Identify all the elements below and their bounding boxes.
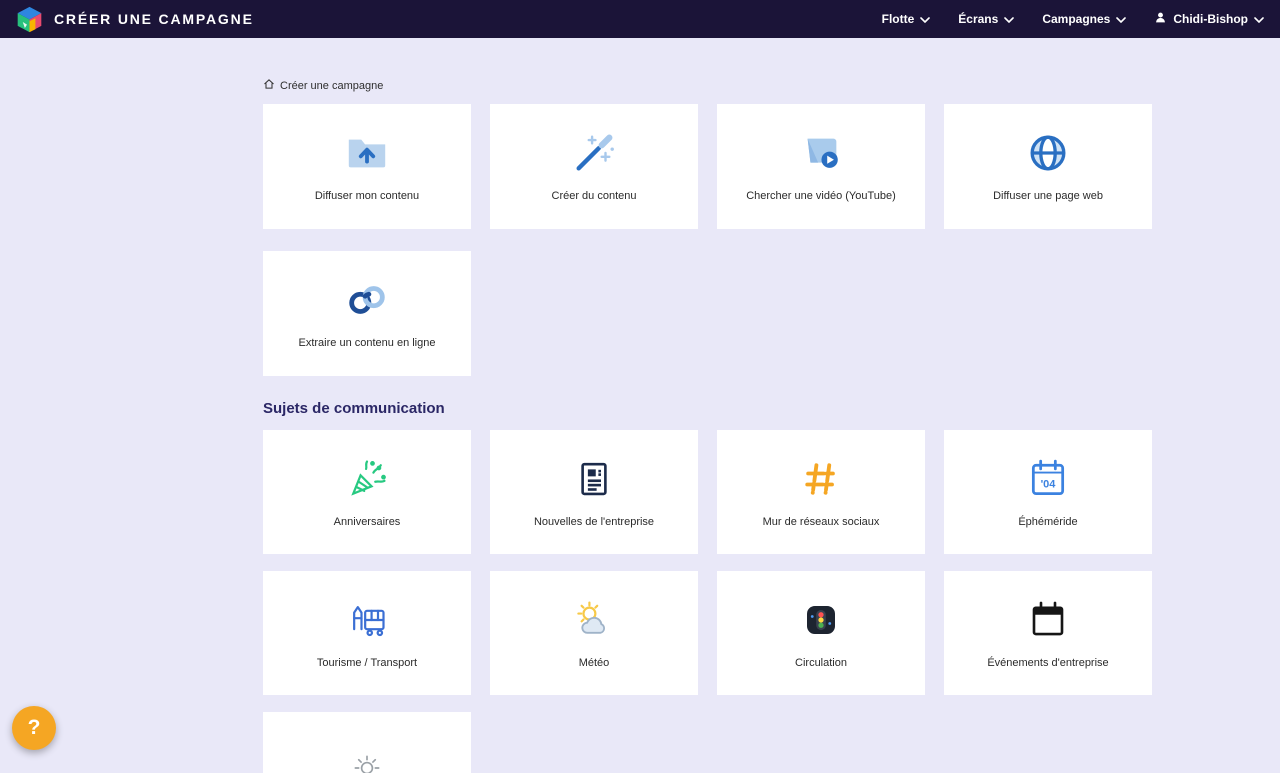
nav-item-campagnes[interactable]: Campagnes	[1042, 12, 1126, 26]
card-meteo[interactable]: Météo	[490, 571, 698, 695]
card-label: Extraire un contenu en ligne	[289, 337, 446, 351]
card-chercher-video-youtube[interactable]: Chercher une vidéo (YouTube)	[717, 104, 925, 229]
chevron-down-icon	[1254, 17, 1264, 23]
main-content: Créer une campagne Diffuser mon contenu	[0, 38, 1152, 773]
card-label: Diffuser une page web	[983, 190, 1113, 204]
section-title-sujets: Sujets de communication	[263, 400, 1152, 417]
card-diffuser-mon-contenu[interactable]: Diffuser mon contenu	[263, 104, 471, 229]
card-partial[interactable]	[263, 712, 471, 773]
app-logo-icon	[16, 6, 43, 33]
magic-wand-icon	[571, 129, 617, 177]
card-diffuser-page-web[interactable]: Diffuser une page web	[944, 104, 1152, 229]
topics-card-grid: Anniversaires Nouvelles de l'entreprise	[263, 430, 1152, 773]
card-label: Mur de réseaux sociaux	[753, 516, 890, 530]
traffic-light-icon	[800, 596, 842, 644]
video-play-icon	[798, 129, 844, 177]
main-nav: Flotte Écrans Campagnes Chidi-Bishop	[882, 11, 1264, 27]
chevron-down-icon	[1116, 17, 1126, 23]
card-anniversaires[interactable]: Anniversaires	[263, 430, 471, 554]
svg-text:'04: '04	[1041, 478, 1057, 490]
card-label: Nouvelles de l'entreprise	[524, 516, 664, 530]
card-label: Météo	[569, 657, 620, 671]
card-label: Éphéméride	[1008, 516, 1087, 530]
top-bar: CRÉER UNE CAMPAGNE Flotte Écrans Campagn…	[0, 0, 1280, 38]
chain-link-icon	[344, 276, 390, 324]
nav-item-flotte[interactable]: Flotte	[882, 12, 931, 26]
nav-item-ecrans[interactable]: Écrans	[958, 12, 1014, 26]
card-label: Tourisme / Transport	[307, 657, 427, 671]
card-extraire-contenu-en-ligne[interactable]: Extraire un contenu en ligne	[263, 251, 471, 376]
chevron-down-icon	[920, 17, 930, 23]
party-popper-icon	[345, 455, 389, 503]
chevron-down-icon	[1004, 17, 1014, 23]
card-mur-reseaux-sociaux[interactable]: Mur de réseaux sociaux	[717, 430, 925, 554]
card-evenements-entreprise[interactable]: Événements d'entreprise	[944, 571, 1152, 695]
help-button[interactable]: ?	[12, 706, 56, 750]
card-label: Circulation	[785, 657, 857, 671]
hashtag-icon	[799, 455, 843, 503]
breadcrumb-label: Créer une campagne	[280, 80, 383, 92]
user-menu[interactable]: Chidi-Bishop	[1154, 11, 1264, 27]
card-label: Événements d'entreprise	[977, 657, 1118, 671]
transport-icon	[345, 596, 389, 644]
breadcrumb[interactable]: Créer une campagne	[263, 78, 1152, 93]
card-ephemeride[interactable]: '04 Éphéméride	[944, 430, 1152, 554]
newspaper-icon	[573, 455, 615, 503]
calendar-date-icon: '04	[1026, 455, 1070, 503]
globe-icon	[1025, 129, 1071, 177]
card-circulation[interactable]: Circulation	[717, 571, 925, 695]
upload-folder-icon	[344, 129, 390, 177]
card-nouvelles-entreprise[interactable]: Nouvelles de l'entreprise	[490, 430, 698, 554]
creation-card-grid: Diffuser mon contenu Créer du contenu	[263, 104, 1152, 376]
card-label: Anniversaires	[324, 516, 411, 530]
card-tourisme-transport[interactable]: Tourisme / Transport	[263, 571, 471, 695]
page-title: CRÉER UNE CAMPAGNE	[54, 11, 254, 27]
card-label: Diffuser mon contenu	[305, 190, 429, 204]
card-creer-du-contenu[interactable]: Créer du contenu	[490, 104, 698, 229]
weather-icon	[572, 596, 616, 644]
card-label: Chercher une vidéo (YouTube)	[736, 190, 906, 204]
calendar-icon	[1027, 596, 1069, 644]
home-icon	[263, 78, 275, 93]
card-label: Créer du contenu	[542, 190, 647, 204]
user-icon	[1154, 11, 1167, 27]
gear-icon	[347, 744, 387, 773]
